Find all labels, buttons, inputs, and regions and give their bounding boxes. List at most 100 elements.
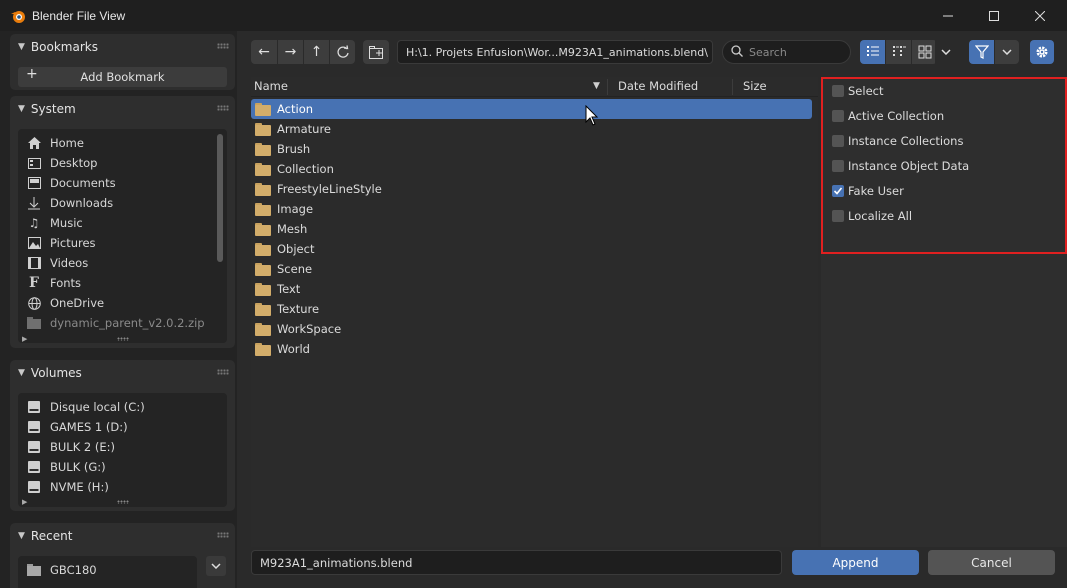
column-divider[interactable]	[732, 79, 733, 95]
sort-descending-icon[interactable]: ▼	[593, 81, 600, 91]
back-button[interactable]: ←	[251, 40, 277, 64]
append-button[interactable]: Append	[792, 550, 919, 575]
column-size-header[interactable]: Size	[743, 79, 767, 93]
file-row[interactable]: Texture	[251, 299, 818, 319]
expand-triangle-icon[interactable]: ▶	[22, 498, 27, 506]
file-row[interactable]: Action	[251, 99, 812, 119]
filter-settings-dropdown[interactable]	[995, 40, 1019, 64]
file-name: Mesh	[277, 222, 308, 236]
drag-grip-icon[interactable]	[217, 43, 229, 49]
parent-directory-button[interactable]: ↑	[304, 40, 329, 64]
forward-button[interactable]: →	[278, 40, 303, 64]
fonts-icon: F	[29, 275, 39, 291]
system-header[interactable]: ▼ System	[10, 96, 235, 122]
add-bookmark-button[interactable]: + Add Bookmark	[18, 66, 227, 87]
maximize-button[interactable]	[971, 0, 1017, 31]
column-divider[interactable]	[607, 79, 608, 95]
file-row[interactable]: WorkSpace	[251, 319, 818, 339]
display-settings-dropdown[interactable]	[935, 40, 957, 64]
file-row[interactable]: Object	[251, 239, 818, 259]
file-row[interactable]: Collection	[251, 159, 818, 179]
sidebar-item-pictures[interactable]: Pictures	[18, 233, 227, 253]
file-row[interactable]: Mesh	[251, 219, 818, 239]
sidebar-item-label: Documents	[50, 176, 116, 190]
resize-handle[interactable]	[116, 337, 129, 341]
system-list: Home Desktop Documents Downloads ♫ Music …	[18, 129, 227, 343]
music-icon: ♫	[28, 216, 40, 230]
file-row[interactable]: Image	[251, 199, 818, 219]
search-input[interactable]: Search	[722, 40, 851, 64]
recent-item-label: GBC180	[50, 563, 97, 577]
sidebar-item-music[interactable]: ♫ Music	[18, 213, 227, 233]
filename-field[interactable]: M923A1_animations.blend	[251, 550, 782, 575]
plus-icon: +	[26, 66, 38, 82]
file-row[interactable]: World	[251, 339, 818, 359]
refresh-button[interactable]	[330, 40, 355, 64]
file-row[interactable]: Armature	[251, 119, 818, 139]
sidebar-item-desktop[interactable]: Desktop	[18, 153, 227, 173]
cancel-button[interactable]: Cancel	[928, 550, 1055, 575]
file-name: WorkSpace	[277, 322, 342, 336]
vertical-list-view-button[interactable]	[860, 40, 885, 64]
minimize-button[interactable]	[925, 0, 971, 31]
system-panel: ▼ System Home Desktop Documents Download…	[10, 96, 235, 348]
folder-icon	[255, 222, 271, 236]
volume-item-h[interactable]: NVME (H:)	[18, 477, 227, 497]
volumes-header[interactable]: ▼ Volumes	[10, 360, 235, 386]
expand-triangle-icon[interactable]: ▶	[22, 335, 27, 343]
system-scrollbar[interactable]	[217, 134, 223, 262]
bookmarks-header[interactable]: ▼ Bookmarks	[10, 34, 235, 60]
desktop-icon	[26, 156, 42, 170]
volume-item-e[interactable]: BULK 2 (E:)	[18, 437, 227, 457]
drag-grip-icon[interactable]	[217, 369, 229, 375]
sidebar-item-downloads[interactable]: Downloads	[18, 193, 227, 213]
volume-item-d[interactable]: GAMES 1 (D:)	[18, 417, 227, 437]
folder-icon	[26, 563, 42, 577]
collapse-triangle-icon: ▼	[18, 368, 25, 378]
filter-toggle-button[interactable]	[969, 40, 994, 64]
drive-icon	[26, 400, 42, 414]
file-row[interactable]: Brush	[251, 139, 818, 159]
recent-item[interactable]: GBC180	[18, 560, 197, 580]
folder-icon	[255, 162, 271, 176]
column-name-header[interactable]: Name	[254, 79, 288, 93]
file-row[interactable]: Scene	[251, 259, 818, 279]
recent-list: GBC180	[18, 556, 197, 588]
title-bar: Blender File View	[0, 0, 1067, 31]
volume-item-c[interactable]: Disque local (C:)	[18, 397, 227, 417]
file-rows: Action Armature Brush Collection Freesty…	[251, 99, 818, 359]
sidebar-item-home[interactable]: Home	[18, 133, 227, 153]
sidebar-item-documents[interactable]: Documents	[18, 173, 227, 193]
drive-icon	[26, 460, 42, 474]
folder-icon	[255, 242, 271, 256]
new-folder-button[interactable]	[363, 40, 389, 64]
volume-item-g[interactable]: BULK (G:)	[18, 457, 227, 477]
recent-menu-button[interactable]	[206, 556, 226, 576]
recent-header[interactable]: ▼ Recent	[10, 523, 235, 549]
options-toggle-button[interactable]	[1030, 40, 1054, 64]
sidebar-item-dynamic-parent[interactable]: dynamic_parent_v2.0.2.zip	[18, 313, 227, 333]
home-icon	[26, 136, 42, 150]
add-bookmark-label: Add Bookmark	[80, 70, 165, 84]
sidebar-item-onedrive[interactable]: OneDrive	[18, 293, 227, 313]
file-row[interactable]: Text	[251, 279, 818, 299]
bottom-bar: M923A1_animations.blend Append Cancel	[242, 547, 1067, 588]
sidebar-item-videos[interactable]: Videos	[18, 253, 227, 273]
thumbnail-view-button[interactable]	[912, 40, 937, 64]
path-field[interactable]: H:\1. Projets Enfusion\Wor...M923A1_anim…	[397, 40, 713, 64]
drag-grip-icon[interactable]	[217, 105, 229, 111]
annotation-highlight-box	[821, 77, 1067, 254]
sidebar-item-fonts[interactable]: F Fonts	[18, 273, 227, 293]
close-button[interactable]	[1017, 0, 1063, 31]
horizontal-list-view-button[interactable]	[886, 40, 911, 64]
drag-grip-icon[interactable]	[217, 532, 229, 538]
column-date-header[interactable]: Date Modified	[618, 79, 698, 93]
resize-handle[interactable]	[116, 500, 129, 504]
file-row[interactable]: FreestyleLineStyle	[251, 179, 818, 199]
volume-label: BULK 2 (E:)	[50, 440, 115, 454]
thumbnails-icon	[918, 45, 931, 59]
system-title: System	[30, 102, 76, 116]
arrow-right-icon: →	[284, 44, 297, 60]
downloads-icon	[26, 196, 42, 210]
recent-panel: ▼ Recent GBC180	[10, 523, 235, 588]
